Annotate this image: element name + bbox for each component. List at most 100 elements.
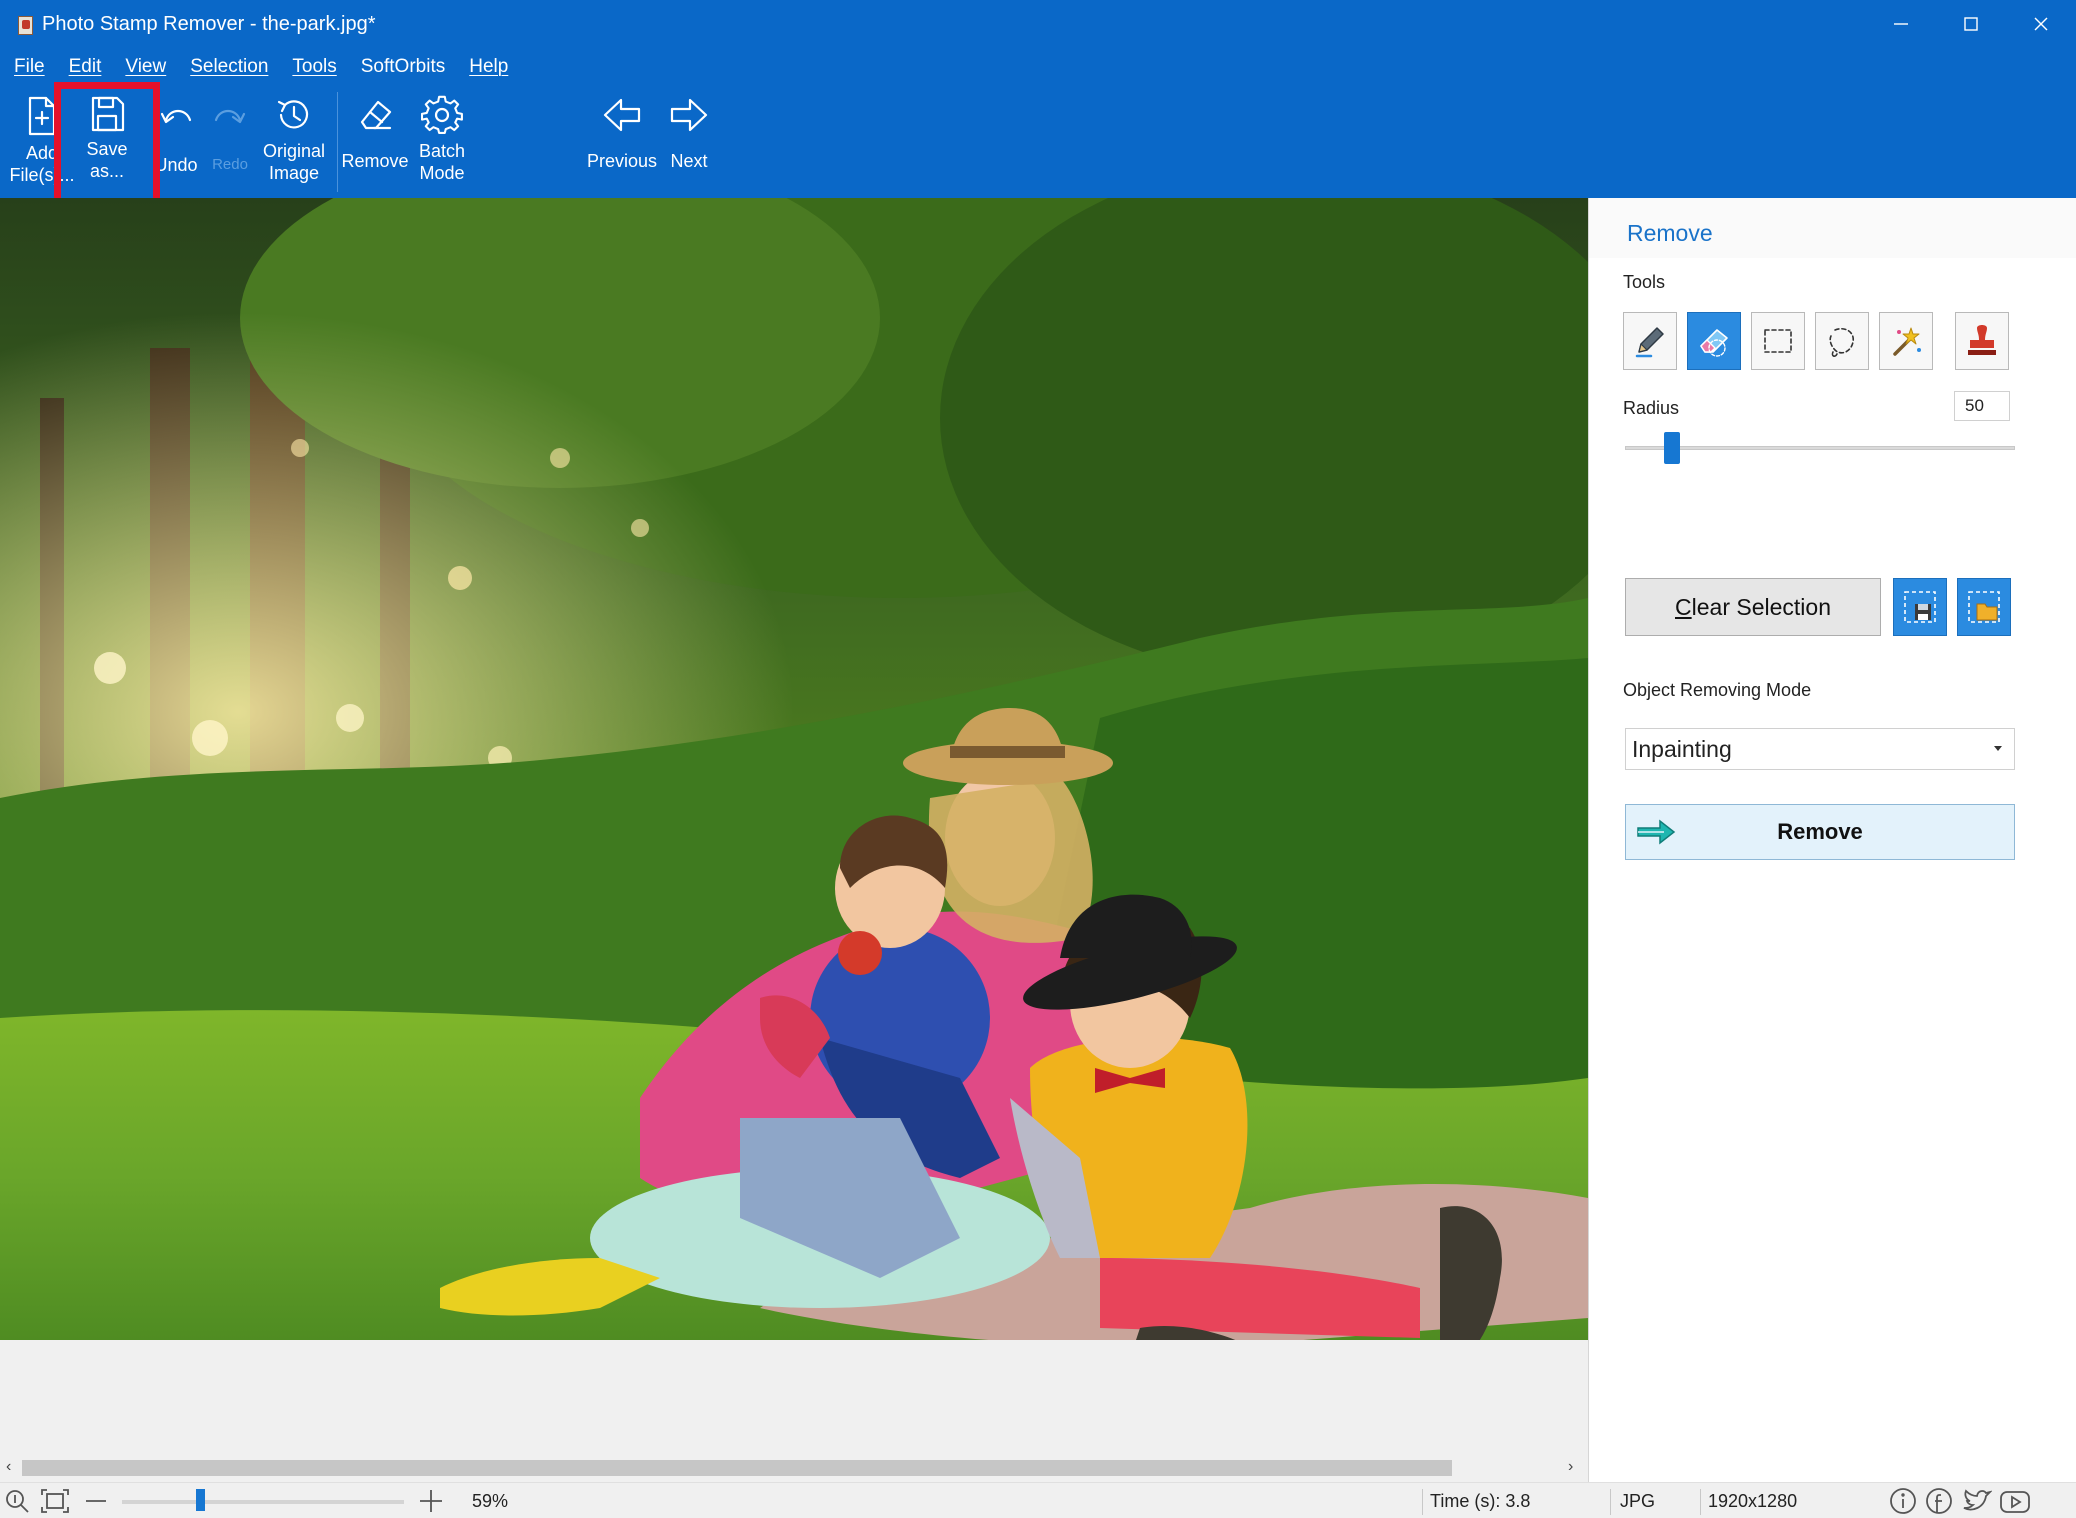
clear-selection-label: lear Selection [1691, 593, 1831, 620]
zoom-slider-track[interactable] [122, 1500, 404, 1504]
zoom-out-button[interactable] [84, 1483, 108, 1518]
minimize-icon [1894, 23, 1908, 25]
radius-label: Radius [1623, 398, 1680, 418]
next-button[interactable]: Next [666, 86, 712, 198]
horizontal-scrollbar[interactable]: ‹ › [0, 1454, 1588, 1482]
menu-tools[interactable]: Tools [292, 56, 336, 78]
zoom-in-button[interactable] [4, 1483, 30, 1518]
zoom-level: 59% [472, 1490, 509, 1511]
remove-toolbar-button[interactable]: Remove [340, 86, 410, 198]
redo-label: Redo [212, 156, 248, 173]
photo-image [0, 198, 1588, 1340]
tools-label: Tools [1623, 272, 1666, 292]
pencil-tool-button[interactable] [1623, 312, 1677, 370]
image-canvas[interactable]: ‹ › [0, 198, 1588, 1482]
load-selection-icon [1968, 591, 2000, 623]
remove-panel: Remove Tools Radius 50 C lear Selection … [1588, 198, 2076, 1518]
lasso-tool-button[interactable] [1815, 312, 1869, 370]
original-image-label: Original Image [262, 141, 326, 183]
clear-selection-button[interactable]: Clear Selection [1625, 578, 1881, 636]
status-separator [1610, 1489, 1611, 1515]
minus-icon [86, 1500, 106, 1502]
object-removing-mode-label: Object Removing Mode [1623, 680, 1812, 700]
scroll-right-icon[interactable]: › [1568, 1458, 1573, 1476]
park-photo-illustration [0, 198, 1588, 1340]
eraser-tool-icon [1700, 329, 1728, 357]
magic-wand-tool-button[interactable] [1879, 312, 1933, 370]
title-bar: Photo Stamp Remover - the-park.jpg* [0, 0, 2076, 48]
previous-button[interactable]: Previous [582, 86, 662, 198]
remove-toolbar-label: Remove [341, 151, 409, 171]
minimize-button[interactable] [1866, 0, 1936, 48]
info-icon [1890, 1488, 1916, 1514]
pencil-icon [1635, 327, 1664, 358]
app-stamp-icon [16, 13, 34, 35]
youtube-button[interactable] [1998, 1483, 2032, 1518]
eraser-icon [360, 100, 392, 130]
chevron-down-icon [1994, 746, 2002, 751]
menu-file[interactable]: File [14, 56, 45, 78]
toolbar: Add File(s)... Save as... Undo Redo Orig… [0, 86, 2076, 198]
fit-screen-icon [41, 1489, 69, 1513]
app-window: Photo Stamp Remover - the-park.jpg* File… [0, 0, 2076, 1518]
redo-button[interactable]: Redo [200, 86, 260, 198]
twitter-button[interactable] [1960, 1483, 1992, 1518]
original-image-button[interactable]: Original Image [256, 86, 332, 198]
fit-to-window-button[interactable] [40, 1483, 70, 1518]
mode-selected-value: Inpainting [1632, 736, 1732, 762]
stamp-icon [1968, 325, 1996, 355]
facebook-button[interactable] [1924, 1483, 1954, 1518]
undo-icon [160, 109, 192, 124]
twitter-icon [1963, 1489, 1992, 1511]
radius-slider-track[interactable] [1625, 446, 2015, 450]
object-removing-mode-select[interactable]: Inpainting [1625, 728, 2015, 770]
eraser-tool-button[interactable] [1687, 312, 1741, 370]
scrollbar-thumb[interactable] [22, 1460, 1452, 1476]
status-separator [1422, 1489, 1423, 1515]
menu-view[interactable]: View [125, 56, 166, 78]
menu-bar: File Edit View Selection Tools SoftOrbit… [0, 48, 2076, 86]
zoom-magnifier-icon [6, 1490, 29, 1513]
info-button[interactable] [1888, 1483, 1918, 1518]
panel-title: Remove [1627, 220, 1713, 246]
history-icon [277, 100, 309, 129]
scroll-left-icon[interactable]: ‹ [6, 1458, 11, 1476]
batch-mode-button[interactable]: Batch Mode [410, 86, 474, 198]
status-bar: 59% Time (s): 3.8 JPG 1920x1280 [0, 1482, 2076, 1518]
remove-button[interactable]: Remove [1625, 804, 2015, 860]
redo-icon [214, 109, 246, 124]
zoom-slider-thumb[interactable] [196, 1489, 205, 1511]
rectangle-select-tool-button[interactable] [1751, 312, 1805, 370]
plus-icon [420, 1490, 442, 1512]
panel-header: Remove [1589, 198, 2076, 258]
menu-selection[interactable]: Selection [190, 56, 268, 78]
status-separator [1700, 1489, 1701, 1515]
stamp-tool-button[interactable] [1955, 312, 2009, 370]
batch-mode-label: Batch Mode [418, 141, 466, 183]
image-dimensions: 1920x1280 [1708, 1490, 1798, 1511]
clear-selection-label-first: C [1675, 593, 1692, 620]
close-button[interactable] [2006, 0, 2076, 48]
save-selection-icon [1904, 591, 1936, 623]
previous-label: Previous [586, 151, 658, 171]
menu-softorbits[interactable]: SoftOrbits [361, 56, 445, 78]
rectangle-select-icon [1764, 329, 1792, 353]
toolbar-separator [337, 92, 338, 192]
menu-help[interactable]: Help [469, 56, 508, 78]
load-selection-button[interactable] [1957, 578, 2011, 636]
maximize-button[interactable] [1936, 0, 2006, 48]
remove-button-label: Remove [1777, 819, 1863, 844]
close-icon [2034, 17, 2048, 31]
youtube-icon [2000, 1491, 2030, 1513]
menu-edit[interactable]: Edit [69, 56, 102, 78]
window-controls [1866, 0, 2076, 48]
undo-label: Undo [154, 155, 198, 175]
save-selection-button[interactable] [1893, 578, 1947, 636]
window-title: Photo Stamp Remover - the-park.jpg* [42, 12, 376, 35]
zoom-plus-button[interactable] [418, 1483, 444, 1518]
processing-time: Time (s): 3.8 [1430, 1490, 1531, 1511]
arrow-left-icon [603, 98, 641, 132]
save-as-highlight [54, 82, 160, 206]
radius-input[interactable]: 50 [1954, 391, 2010, 421]
radius-slider-thumb[interactable] [1664, 432, 1680, 464]
